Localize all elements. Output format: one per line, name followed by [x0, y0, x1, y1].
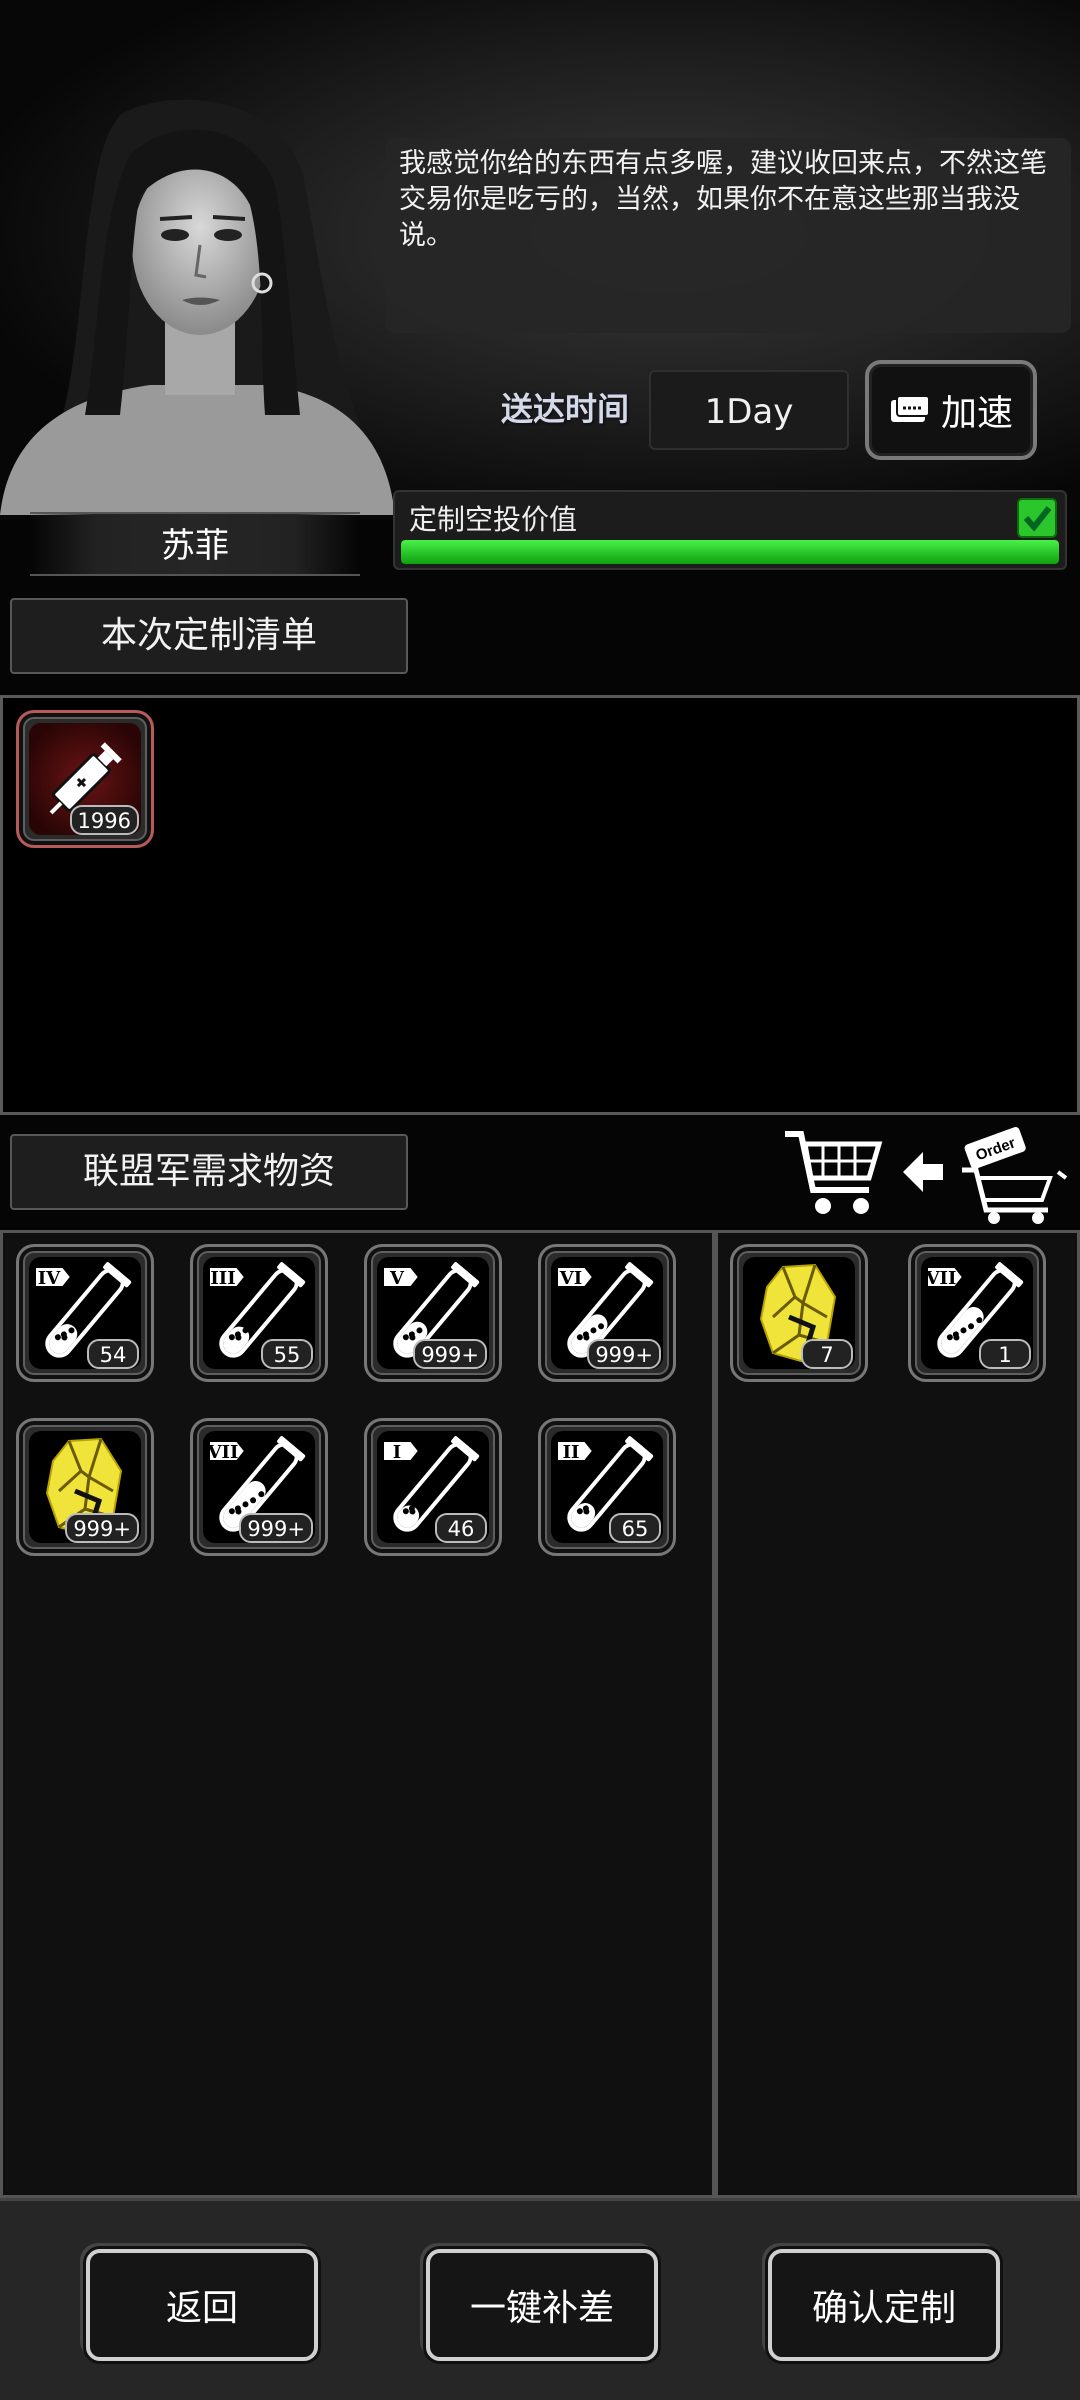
item-count: 1996 [69, 805, 139, 835]
confirm-order-button-label: 确认定制 [768, 2249, 1000, 2361]
item-count: 999+ [239, 1513, 313, 1543]
confirm-order-button[interactable]: 确认定制 [762, 2243, 1000, 2361]
item-count: 54 [87, 1339, 139, 1369]
auto-fill-button-label: 一键补差 [426, 2249, 658, 2361]
selected-item[interactable]: VII 1 [908, 1244, 1046, 1382]
cart-icon[interactable] [783, 1128, 883, 1218]
character-portrait [0, 99, 395, 515]
supply-item[interactable]: IV 54 [16, 1244, 154, 1382]
svg-text:IV: IV [38, 1268, 61, 1289]
svg-text:VII: VII [207, 1442, 239, 1463]
supply-item[interactable]: I 46 [364, 1418, 502, 1556]
item-count: 999+ [587, 1339, 661, 1369]
airdrop-value-bar [401, 540, 1059, 564]
item-count: 55 [261, 1339, 313, 1369]
svg-text:VII: VII [925, 1268, 957, 1289]
speedup-button[interactable]: 加速 [865, 360, 1037, 460]
svg-text:III: III [210, 1268, 235, 1289]
supplies-title[interactable]: 联盟军需求物资 [10, 1134, 408, 1210]
selected-item[interactable]: 7 [730, 1244, 868, 1382]
arrow-left-icon [903, 1152, 943, 1192]
supply-item[interactable]: VII 999+ [190, 1418, 328, 1556]
item-count: 7 [801, 1339, 853, 1369]
svg-text:VI: VI [559, 1268, 582, 1289]
back-button[interactable]: 返回 [80, 2243, 318, 2361]
character-name: 苏菲 [30, 512, 360, 576]
footer-bar: 返回 一键补差 确认定制 [0, 2198, 1080, 2400]
item-count: 65 [609, 1513, 661, 1543]
svg-text:V: V [389, 1268, 405, 1289]
supply-item[interactable]: III 55 [190, 1244, 328, 1382]
delivery-time-label: 送达时间 [500, 390, 629, 428]
item-count: 46 [435, 1513, 487, 1543]
supply-item[interactable]: II 65 [538, 1418, 676, 1556]
order-list-panel [0, 695, 1080, 1115]
airdrop-value-label: 定制空投价值 [409, 503, 578, 536]
supply-item[interactable]: V 999+ [364, 1244, 502, 1382]
auto-fill-button[interactable]: 一键补差 [420, 2243, 658, 2361]
check-icon [1017, 498, 1057, 538]
svg-text:I: I [393, 1442, 401, 1463]
supply-item[interactable]: VI 999+ [538, 1244, 676, 1382]
order-item-syringe[interactable]: 1996 [16, 710, 154, 848]
ticket-icon [890, 395, 930, 422]
order-list-title[interactable]: 本次定制清单 [10, 598, 408, 674]
back-button-label: 返回 [86, 2249, 318, 2361]
speedup-label: 加速 [940, 393, 1013, 434]
svg-text:II: II [563, 1442, 580, 1463]
item-count: 1 [979, 1339, 1031, 1369]
airdrop-value-panel: 定制空投价值 [393, 490, 1067, 570]
item-count: 999+ [413, 1339, 487, 1369]
airdrop-value-fill [401, 540, 1059, 564]
dialog-bubble: 我感觉你给的东西有点多喔，建议收回来点，不然这笔交易你是吃亏的，当然，如果你不在… [385, 138, 1071, 333]
delivery-time-value: 1Day [649, 370, 849, 450]
order-cart-icon[interactable]: Order [958, 1122, 1068, 1226]
supply-item[interactable]: 999+ [16, 1418, 154, 1556]
item-count: 999+ [65, 1513, 139, 1543]
dialog-text: 我感觉你给的东西有点多喔，建议收回来点，不然这笔交易你是吃亏的，当然，如果你不在… [399, 148, 1047, 251]
